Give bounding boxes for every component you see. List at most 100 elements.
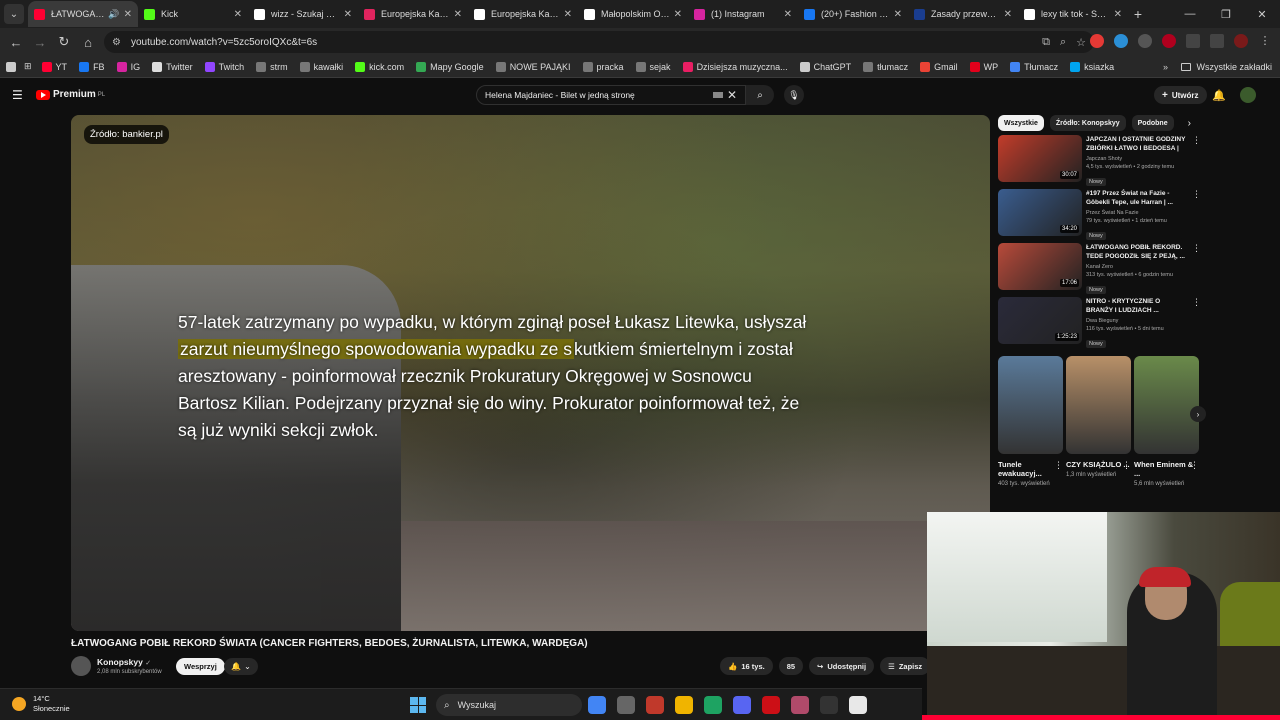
address-field[interactable]: ⚙ youtube.com/watch?v=5zc5oroIQXc&t=6s ⧉…: [104, 31, 1094, 53]
all-bookmarks[interactable]: Wszystkie zakładki: [1181, 62, 1272, 72]
more-options-icon[interactable]: ⋮: [1192, 243, 1201, 254]
share-button[interactable]: ↪ Udostępnij: [809, 657, 875, 675]
hamburger-menu-icon[interactable]: ☰: [12, 88, 23, 102]
bookmark-item[interactable]: Twitter: [152, 61, 193, 72]
more-options-icon[interactable]: ⋮: [1122, 460, 1131, 471]
bookmark-item[interactable]: sejak: [635, 61, 671, 72]
more-options-icon[interactable]: ⋮: [1054, 460, 1063, 471]
bookmark-item[interactable]: YT: [41, 61, 67, 72]
channel-name[interactable]: Kanał Zero: [1086, 264, 1188, 270]
save-button[interactable]: ☰ Zapisz: [880, 657, 931, 675]
channel-name[interactable]: Japczan Shoty: [1086, 156, 1188, 162]
browser-tab[interactable]: Kick ✕: [138, 1, 248, 27]
bookmark-item[interactable]: ksiazka: [1070, 61, 1114, 72]
taskbar-app-icon[interactable]: [646, 696, 664, 714]
taskbar-app-icon[interactable]: [791, 696, 809, 714]
close-tab-icon[interactable]: ✕: [1004, 9, 1012, 20]
short-item[interactable]: CZY KSIĄŻULO ... 1,3 mln wyświetleń ⋮: [1066, 356, 1131, 478]
sidebar-toggle-icon[interactable]: [6, 61, 16, 72]
extensions-puzzle-icon[interactable]: [1186, 34, 1200, 48]
short-item[interactable]: When Eminem & ... 5,6 mln wyświetleń ⋮: [1134, 356, 1199, 487]
keyboard-icon[interactable]: [713, 92, 723, 98]
bookmark-item[interactable]: Gmail: [920, 61, 958, 72]
video-thumbnail[interactable]: 34:20: [998, 189, 1082, 236]
browser-tab[interactable]: Europejska Karta ✕: [358, 1, 468, 27]
notifications-bell-icon[interactable]: 🔔: [1212, 89, 1226, 102]
more-options-icon[interactable]: ⋮: [1190, 460, 1199, 471]
bookmark-item[interactable]: pracka: [582, 61, 624, 72]
taskbar-app-icon[interactable]: [704, 696, 722, 714]
video-thumbnail[interactable]: 17:06: [998, 243, 1082, 290]
speaker-icon[interactable]: 🔊: [108, 9, 119, 20]
extension-icon[interactable]: [1114, 34, 1128, 48]
search-button[interactable]: ⌕: [746, 85, 774, 105]
youtube-premium-logo[interactable]: Premium PL: [36, 89, 105, 100]
taskbar-app-icon[interactable]: [820, 696, 838, 714]
notification-settings-button[interactable]: 🔔 ⌄: [224, 658, 258, 675]
maximize-button[interactable]: ❐: [1208, 0, 1244, 28]
close-tab-icon[interactable]: ✕: [454, 9, 462, 20]
media-control-icon[interactable]: [1210, 34, 1224, 48]
bookmark-star-icon[interactable]: ☆: [1076, 36, 1086, 49]
bookmark-item[interactable]: Dzisiejsza muzyczna...: [682, 61, 788, 72]
minimize-button[interactable]: —: [1172, 0, 1208, 28]
short-thumbnail[interactable]: [1134, 356, 1199, 454]
browser-tab[interactable]: Zasady przewozu ✕: [908, 1, 1018, 27]
chip-related[interactable]: Podobne: [1131, 115, 1174, 131]
extension-icon[interactable]: [1138, 34, 1152, 48]
browser-tab[interactable]: wizz - Szukaj w G ✕: [248, 1, 358, 27]
weather-widget[interactable]: 14°C Słonecznie: [12, 694, 70, 714]
home-icon[interactable]: ⌂: [76, 35, 100, 50]
forward-icon[interactable]: →: [28, 35, 52, 50]
recommended-video[interactable]: 1:25:23 NITRO - KRYTYCZNIE O BRANŻY I LUD…: [998, 297, 1203, 348]
taskbar-app-icon[interactable]: [617, 696, 635, 714]
close-window-button[interactable]: ✕: [1244, 0, 1280, 28]
bookmark-item[interactable]: strm: [256, 61, 288, 72]
close-tab-icon[interactable]: ✕: [784, 9, 792, 20]
back-icon[interactable]: ←: [4, 35, 28, 50]
video-title[interactable]: ŁATWOGANG POBIŁ REKORD. TEDE POGODZIŁ SI…: [1086, 243, 1188, 261]
bookmark-item[interactable]: ChatGPT: [799, 61, 851, 72]
recommended-video[interactable]: 17:06 ŁATWOGANG POBIŁ REKORD. TEDE POGODZ…: [998, 243, 1203, 294]
create-button[interactable]: + Utwórz: [1154, 86, 1207, 104]
browser-tab[interactable]: (20+) Fashion Nig ✕: [798, 1, 908, 27]
browser-tab[interactable]: lexy tik tok - Szuk ✕: [1018, 1, 1128, 27]
bookmark-item[interactable]: kick.com: [355, 61, 404, 72]
install-icon[interactable]: ⧉: [1042, 36, 1050, 49]
bookmark-item[interactable]: WP: [969, 61, 998, 72]
taskbar-app-icon[interactable]: [588, 696, 606, 714]
site-info-icon[interactable]: ⚙: [112, 37, 121, 48]
browser-menu-icon[interactable]: ⋮: [1258, 34, 1272, 48]
taskbar-app-icon[interactable]: [762, 696, 780, 714]
video-title[interactable]: NITRO - KRYTYCZNIE O BRANŻY I LUDZIACH .…: [1086, 297, 1188, 315]
opera-icon[interactable]: [1162, 34, 1176, 48]
bookmark-item[interactable]: tłumacz: [863, 61, 908, 72]
recommended-video[interactable]: 34:20 #197 Przez Świat na Fazie - Göbekli…: [998, 189, 1203, 240]
bookmark-item[interactable]: NOWE PAJĄKI: [495, 61, 571, 72]
bookmark-item[interactable]: IG: [116, 61, 140, 72]
recommended-video[interactable]: 30:07 JAPCZAN I OSTATNIE GODZINY ZBIÓRKI …: [998, 135, 1203, 186]
more-options-icon[interactable]: ⋮: [1192, 135, 1201, 146]
close-tab-icon[interactable]: ✕: [124, 9, 132, 20]
chip-source[interactable]: Źródło: Konopskyy: [1049, 115, 1126, 131]
chip-all[interactable]: Wszystkie: [998, 115, 1044, 131]
account-avatar[interactable]: [1240, 87, 1256, 103]
browser-tab[interactable]: Małopolskim Ode ✕: [578, 1, 688, 27]
shorts-next-button[interactable]: ›: [1190, 406, 1206, 422]
support-button[interactable]: Wesprzyj: [176, 658, 225, 675]
bookmark-item[interactable]: Mapy Google: [416, 61, 484, 72]
reload-icon[interactable]: ↻: [52, 34, 76, 50]
record-extension-icon[interactable]: [1090, 34, 1104, 48]
search-input[interactable]: Helena Majdaniec - Bilet w jedną stronę …: [476, 85, 746, 105]
close-tab-icon[interactable]: ✕: [674, 9, 682, 20]
bookmark-item[interactable]: Tłumacz: [1010, 61, 1058, 72]
close-tab-icon[interactable]: ✕: [234, 9, 242, 20]
short-thumbnail[interactable]: [998, 356, 1063, 454]
windows-start-icon[interactable]: [410, 697, 426, 713]
comments-count[interactable]: 85: [778, 657, 804, 675]
voice-search-button[interactable]: 🎙: [784, 85, 804, 105]
zoom-icon[interactable]: ⌕: [1060, 36, 1066, 49]
profile-icon[interactable]: [1234, 34, 1248, 48]
clear-search-icon[interactable]: ✕: [727, 88, 737, 102]
new-tab-button[interactable]: +: [1128, 6, 1148, 22]
